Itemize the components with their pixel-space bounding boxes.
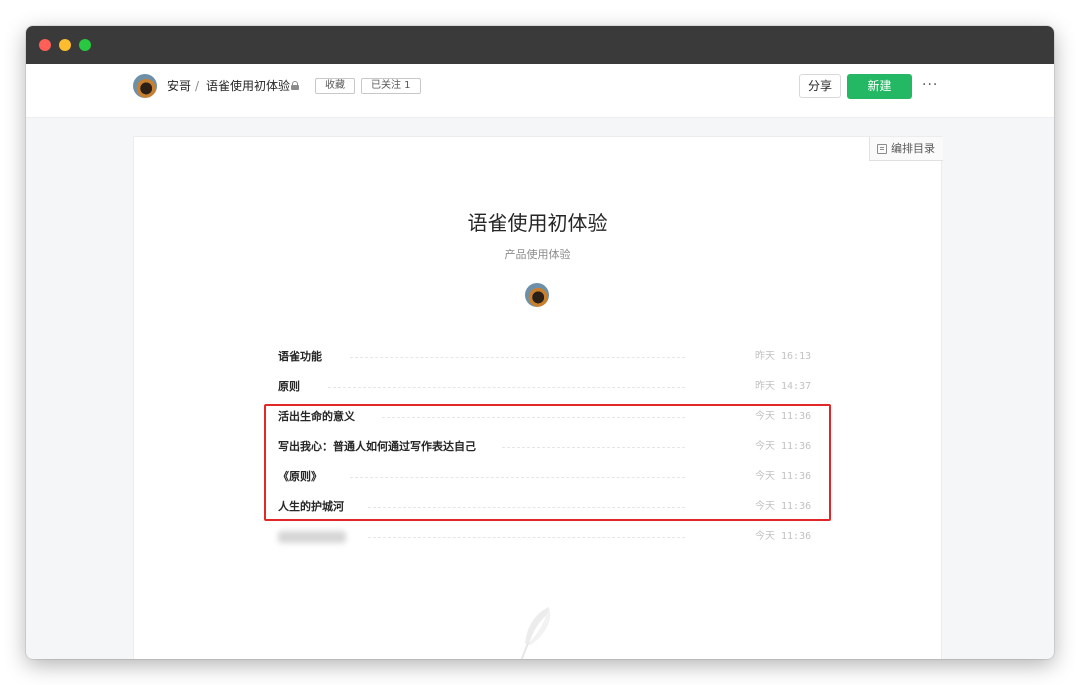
- collect-button[interactable]: 收藏: [315, 78, 355, 94]
- top-header: 安哥 / 语雀使用初体验 收藏 已关注 1 分享 新建 ···: [26, 64, 1054, 118]
- toc-item-time: 昨天 14:37: [755, 381, 812, 392]
- breadcrumb-book[interactable]: 语雀使用初体验: [206, 78, 290, 94]
- toc-leader-line: [328, 387, 685, 388]
- feather-icon: [520, 607, 551, 659]
- book-subtitle: 产品使用体验: [504, 248, 571, 261]
- follow-button[interactable]: 已关注 1: [361, 78, 421, 94]
- toc-leader-line: [368, 537, 685, 538]
- minimize-window-button[interactable]: [59, 39, 71, 51]
- book-title: 语雀使用初体验: [467, 211, 608, 235]
- edit-toc-label: 编排目录: [891, 142, 935, 155]
- maximize-window-button[interactable]: [79, 39, 91, 51]
- breadcrumb-user[interactable]: 安哥: [167, 78, 191, 94]
- more-icon[interactable]: ···: [922, 77, 938, 93]
- close-window-button[interactable]: [39, 39, 51, 51]
- toc-item[interactable]: 今天 11:36: [278, 527, 814, 547]
- edit-list-icon: [877, 144, 887, 154]
- toc-leader-line: [350, 357, 685, 358]
- author-avatar[interactable]: [525, 283, 549, 307]
- toc-item-time: 昨天 16:13: [755, 351, 812, 362]
- toc-item[interactable]: 语雀功能 昨天 16:13: [278, 347, 814, 367]
- share-button[interactable]: 分享: [799, 74, 841, 98]
- new-button[interactable]: 新建: [847, 74, 912, 99]
- breadcrumb-separator: /: [195, 79, 200, 93]
- book-card: 编排目录 语雀使用初体验 产品使用体验 语雀功能 昨天 16:13 原则 昨天 …: [133, 136, 943, 659]
- toc-item-title[interactable]: 语雀功能: [278, 350, 322, 364]
- app-window: 安哥 / 语雀使用初体验 收藏 已关注 1 分享 新建 ··· 编排目录 语雀使…: [26, 26, 1054, 659]
- toc-item-title-blurred[interactable]: [278, 531, 346, 543]
- window-titlebar: [26, 26, 1054, 64]
- lock-icon: [291, 81, 299, 90]
- toc-item-title[interactable]: 原则: [278, 380, 300, 394]
- highlight-annotation-box: [264, 404, 831, 521]
- toc-item-time: 今天 11:36: [755, 531, 812, 542]
- toc-item[interactable]: 原则 昨天 14:37: [278, 377, 814, 397]
- user-avatar[interactable]: [133, 74, 157, 98]
- edit-toc-button[interactable]: 编排目录: [869, 137, 943, 161]
